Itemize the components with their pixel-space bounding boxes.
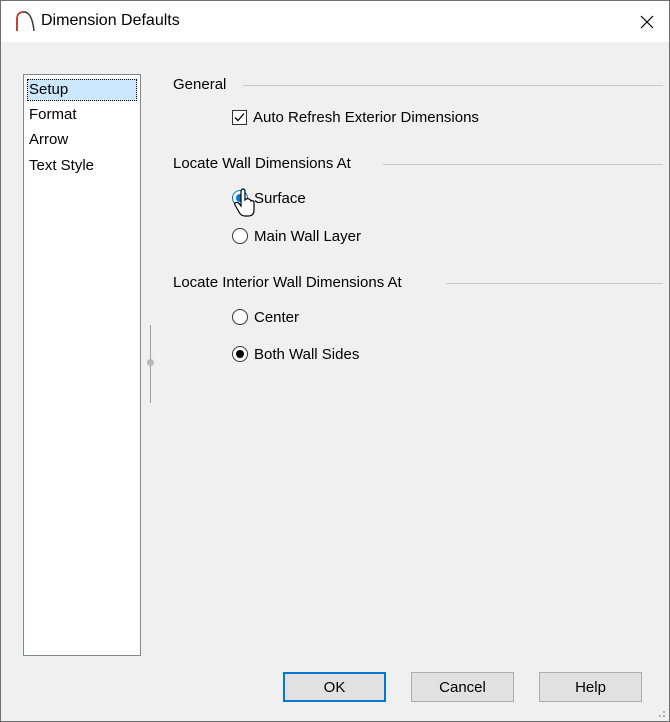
radio-center[interactable]: Center xyxy=(232,306,299,328)
window-title: Dimension Defaults xyxy=(41,12,180,29)
close-icon xyxy=(640,15,654,28)
radio-surface-button[interactable] xyxy=(232,190,248,206)
checkbox-box[interactable] xyxy=(232,109,247,125)
ok-button[interactable]: OK xyxy=(283,672,386,702)
close-button[interactable] xyxy=(625,1,669,42)
radio-center-button[interactable] xyxy=(232,309,248,325)
splitter-grip[interactable] xyxy=(147,359,154,366)
radio-both-wall-sides-label: Both Wall Sides xyxy=(254,345,360,363)
radio-center-label: Center xyxy=(254,308,300,326)
radio-both-wall-sides[interactable]: Both Wall Sides xyxy=(232,343,359,365)
resize-grip-icon[interactable] xyxy=(655,707,666,718)
radio-surface[interactable]: Surface xyxy=(232,187,306,209)
dialog-window: Dimension Defaults Setup Format Arrow Te… xyxy=(0,0,670,722)
interior-dims-group-divider xyxy=(446,283,663,284)
radio-main-wall-layer-label: Main Wall Layer xyxy=(254,227,361,245)
sidebar-item-setup[interactable]: Setup xyxy=(27,79,137,101)
cancel-button[interactable]: Cancel xyxy=(411,672,514,702)
auto-refresh-checkbox[interactable]: Auto Refresh Exterior Dimensions xyxy=(232,106,479,128)
help-button[interactable]: Help xyxy=(539,672,642,702)
general-group-heading: General xyxy=(173,76,227,93)
auto-refresh-label: Auto Refresh Exterior Dimensions xyxy=(253,108,479,126)
title-bar[interactable]: Dimension Defaults xyxy=(1,1,669,42)
general-group-divider xyxy=(243,85,663,86)
category-list[interactable]: Setup Format Arrow Text Style xyxy=(23,74,141,656)
arch-app-icon xyxy=(16,11,35,32)
sidebar-item-format[interactable]: Format xyxy=(27,104,79,126)
sidebar-item-text-style[interactable]: Text Style xyxy=(27,155,96,177)
radio-main-wall-layer-button[interactable] xyxy=(232,228,248,244)
interior-dims-group-heading: Locate Interior Wall Dimensions At xyxy=(173,274,402,291)
radio-surface-label: Surface xyxy=(254,189,306,207)
sidebar-item-arrow[interactable]: Arrow xyxy=(27,129,70,151)
wall-dims-group-divider xyxy=(383,164,663,165)
radio-both-wall-sides-button[interactable] xyxy=(232,346,248,362)
wall-dims-group-heading: Locate Wall Dimensions At xyxy=(173,155,351,172)
checkmark-icon xyxy=(234,112,245,121)
radio-main-wall-layer[interactable]: Main Wall Layer xyxy=(232,225,361,247)
